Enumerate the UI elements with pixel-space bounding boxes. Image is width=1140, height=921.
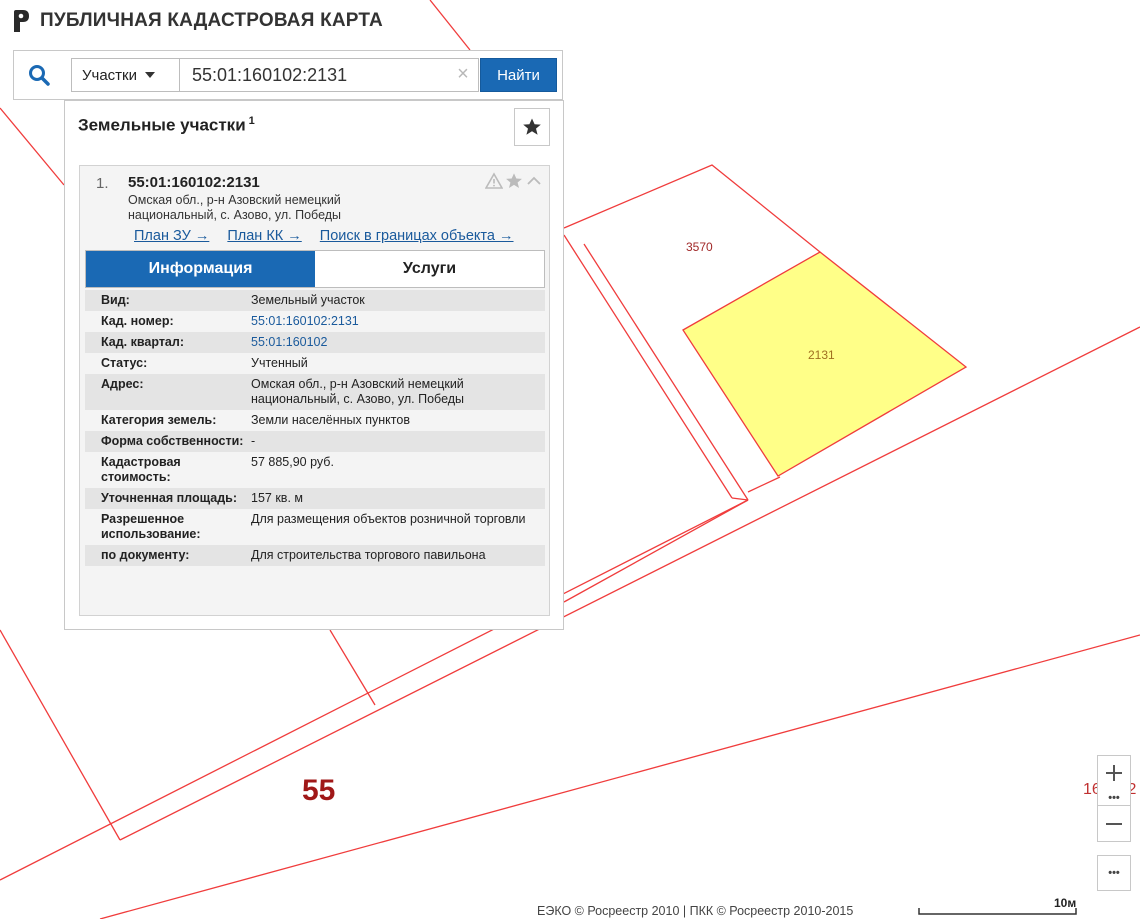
caret-down-icon bbox=[145, 72, 155, 78]
property-row: Кадастровая стоимость: 57 885,90 руб. bbox=[85, 452, 545, 488]
property-key: Кад. номер: bbox=[101, 314, 174, 328]
result-index: 1. bbox=[96, 175, 109, 192]
link-plan-kk[interactable]: План КК → bbox=[227, 228, 301, 244]
property-key: Форма собственности: bbox=[101, 434, 244, 448]
property-row: Уточненная площадь: 157 кв. м bbox=[85, 488, 545, 509]
property-key: по документу: bbox=[101, 548, 190, 562]
property-value: Земли населённых пунктов bbox=[251, 413, 410, 427]
property-key: Категория земель: bbox=[101, 413, 217, 427]
property-value[interactable]: 55:01:160102:2131 bbox=[251, 314, 545, 329]
search-button[interactable]: Найти bbox=[480, 58, 557, 92]
zoom-in-icon bbox=[1106, 765, 1122, 781]
property-value: 57 885,90 руб. bbox=[251, 455, 334, 469]
property-value: Для строительства торгового павильона bbox=[251, 548, 486, 562]
link-plan-zu[interactable]: План ЗУ → bbox=[134, 228, 209, 244]
search-icon[interactable] bbox=[28, 64, 50, 86]
zoom-out-button[interactable] bbox=[1097, 806, 1131, 842]
district-label: 55 bbox=[302, 774, 335, 807]
property-value: Для размещения объектов розничной торгов… bbox=[251, 512, 526, 526]
star-icon bbox=[523, 118, 541, 135]
property-row: Разрешенное использование: Для размещения… bbox=[85, 509, 545, 545]
card-links: План ЗУ → План КК → Поиск в границах объ… bbox=[134, 228, 528, 244]
app-title: ПУБЛИЧНАЯ КАДАСТРОВАЯ КАРТА bbox=[40, 10, 383, 31]
card-tools bbox=[485, 172, 543, 190]
zoom-out-icon bbox=[1106, 822, 1122, 825]
search-type-label: Участки bbox=[82, 66, 137, 84]
scale-bar: 10м bbox=[918, 896, 1078, 916]
property-value: - bbox=[251, 434, 256, 448]
parcel-label-2131: 2131 bbox=[808, 348, 835, 362]
property-row: по документу: Для строительства торгового… bbox=[85, 545, 545, 566]
property-value[interactable]: 55:01:160102 bbox=[251, 335, 545, 350]
address-line: национальный, с. Азово, ул. Победы bbox=[128, 208, 342, 222]
scale-label: 10м bbox=[1054, 896, 1077, 910]
results-heading: Земельные участки 1 bbox=[78, 115, 255, 136]
favorites-button[interactable] bbox=[514, 108, 550, 146]
chevron-up-icon[interactable] bbox=[525, 172, 543, 190]
property-key: Разрешенное использование: bbox=[101, 512, 201, 541]
app-header: ПУБЛИЧНАЯ КАДАСТРОВАЯ КАРТА bbox=[12, 8, 383, 34]
property-row: Статус: Учтенный bbox=[85, 353, 545, 374]
search-type-select[interactable]: Участки bbox=[71, 58, 179, 92]
tab-info[interactable]: Информация bbox=[86, 251, 315, 287]
more-button[interactable]: ••• bbox=[1097, 855, 1131, 891]
property-value: Учтенный bbox=[251, 356, 308, 370]
property-value: 157 кв. м bbox=[251, 491, 303, 505]
more-icon: ••• bbox=[1108, 791, 1120, 804]
property-row: Кад. номер: 55:01:160102:2131 bbox=[85, 311, 545, 332]
address-line: Омская обл., р-н Азовский немецкий bbox=[128, 193, 341, 207]
more-icon: ••• bbox=[1108, 867, 1120, 879]
property-value: Омская обл., р-н Азовский немецкий нацио… bbox=[251, 377, 465, 406]
property-key: Кадастровая стоимость: bbox=[101, 455, 181, 484]
properties-table: Вид: Земельный участок Кад. номер: 55:01:16… bbox=[85, 290, 545, 566]
property-value: Земельный участок bbox=[251, 293, 365, 307]
property-row: Кад. квартал: 55:01:160102 bbox=[85, 332, 545, 353]
results-panel: Земельные участки 1 1. 55:01:160102:2131 … bbox=[64, 100, 564, 630]
property-row: Вид: Земельный участок bbox=[85, 290, 545, 311]
property-key: Уточненная площадь: bbox=[101, 491, 238, 505]
results-heading-text: Земельные участки bbox=[78, 115, 246, 135]
clear-icon[interactable]: × bbox=[452, 63, 474, 85]
zoom-level-button[interactable]: ••• bbox=[1097, 790, 1131, 806]
zoom-in-button[interactable] bbox=[1097, 755, 1131, 791]
logo-icon bbox=[14, 10, 29, 32]
card-tabs: Информация Услуги bbox=[85, 250, 545, 288]
warning-icon[interactable] bbox=[485, 172, 503, 190]
selected-parcel bbox=[682, 251, 968, 477]
search-bar: Участки × Найти bbox=[13, 50, 563, 100]
property-row: Адрес: Омская обл., р-н Азовский немецкий… bbox=[85, 374, 545, 410]
property-key: Статус: bbox=[101, 356, 148, 370]
property-key: Адрес: bbox=[101, 377, 144, 391]
copyright-text: ЕЭКО © Росреестр 2010 | ПКК © Росреестр … bbox=[537, 904, 854, 918]
result-card: 1. 55:01:160102:2131 Омская обл., р-н Аз… bbox=[79, 165, 550, 616]
result-address: Омская обл., р-н Азовский немецкий нацио… bbox=[128, 193, 398, 223]
search-input[interactable] bbox=[179, 58, 479, 92]
star-icon[interactable] bbox=[505, 172, 523, 190]
property-row: Форма собственности: - bbox=[85, 431, 545, 452]
results-count: 1 bbox=[248, 115, 255, 127]
property-key: Вид: bbox=[101, 293, 130, 307]
parcel-label-3570: 3570 bbox=[686, 240, 713, 254]
link-search-bounds[interactable]: Поиск в границах объекта → bbox=[320, 228, 514, 244]
tab-services[interactable]: Услуги bbox=[315, 251, 544, 287]
property-key: Кад. квартал: bbox=[101, 335, 184, 349]
result-cad-number[interactable]: 55:01:160102:2131 bbox=[128, 174, 260, 191]
property-row: Категория земель: Земли населённых пункто… bbox=[85, 410, 545, 431]
